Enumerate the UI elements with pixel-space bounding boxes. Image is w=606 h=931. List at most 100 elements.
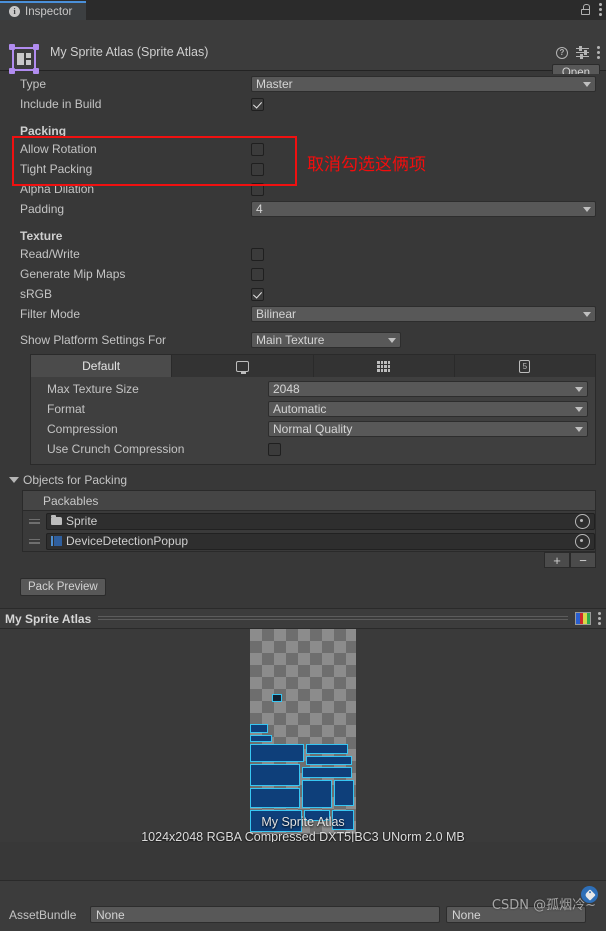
packable-field-0[interactable]: Sprite: [46, 512, 595, 530]
allow-rotation-label: Allow Rotation: [20, 142, 97, 156]
kebab-menu-icon[interactable]: [599, 3, 602, 16]
preview-divider: [98, 616, 568, 621]
add-packable-button[interactable]: +: [544, 552, 570, 568]
preview-caption: My Sprite Atlas: [261, 815, 345, 829]
packable-field-1[interactable]: DeviceDetectionPopup: [46, 532, 595, 550]
list-add-remove-bar: + −: [0, 552, 596, 568]
row-allow-rotation: Allow Rotation: [0, 139, 606, 159]
list-item[interactable]: Sprite: [23, 511, 595, 531]
row-padding: Padding 4: [0, 199, 606, 219]
android-icon: [377, 360, 391, 372]
max-texture-size-value: 2048: [273, 382, 300, 396]
object-picker-icon[interactable]: [575, 513, 590, 529]
drag-handle-icon[interactable]: [29, 536, 40, 546]
max-texture-size-label: Max Texture Size: [47, 382, 139, 396]
assetbundle-label: AssetBundle: [9, 907, 77, 922]
object-picker-icon[interactable]: [575, 533, 590, 549]
type-label: Type: [20, 77, 47, 91]
alpha-dilation-label: Alpha Dilation: [20, 182, 95, 196]
platform-settings-rows: Max Texture Size 2048 Format Automatic C…: [31, 377, 595, 464]
list-item[interactable]: DeviceDetectionPopup: [23, 531, 595, 551]
preview-title: My Sprite Atlas: [5, 611, 92, 626]
filter-mode-value: Bilinear: [256, 307, 297, 321]
generate-mip-maps-checkbox[interactable]: [251, 267, 264, 281]
pack-preview-button[interactable]: Pack Preview: [20, 578, 106, 596]
presets-icon[interactable]: [576, 46, 589, 59]
packables-list: Packables Sprite DeviceDetectionPopup: [22, 490, 596, 552]
max-texture-size-dropdown[interactable]: 2048: [268, 381, 588, 397]
header-icons: ?: [556, 46, 600, 59]
use-crunch-compression-label: Use Crunch Compression: [47, 442, 185, 456]
alpha-dilation-checkbox[interactable]: [251, 182, 264, 196]
platform-tab-standalone[interactable]: [172, 355, 314, 377]
filter-mode-dropdown[interactable]: Bilinear: [251, 306, 596, 322]
type-value: Master: [256, 77, 293, 91]
filter-mode-label: Filter Mode: [20, 307, 81, 321]
page-title: My Sprite Atlas (Sprite Atlas): [50, 45, 209, 59]
tabstrip-controls: [581, 3, 602, 16]
preview-header: My Sprite Atlas: [0, 608, 606, 629]
tight-packing-label: Tight Packing: [20, 162, 93, 176]
kebab-menu-icon[interactable]: [598, 612, 601, 625]
objects-for-packing-foldout[interactable]: Objects for Packing: [0, 470, 606, 490]
srgb-checkbox[interactable]: [251, 287, 264, 301]
ios-icon: 5: [519, 359, 531, 373]
footer: AssetBundle None None CSDN @孤烟冷~: [0, 880, 606, 931]
read-write-label: Read/Write: [20, 247, 80, 261]
row-read-write: Read/Write: [0, 244, 606, 264]
srgb-label: sRGB: [20, 287, 53, 301]
preview-area[interactable]: My Sprite Atlas 1024x2048 RGBA Compresse…: [0, 629, 606, 842]
compression-dropdown[interactable]: Normal Quality: [268, 421, 588, 437]
csdn-watermark: CSDN @孤烟冷~: [491, 898, 596, 913]
row-format: Format Automatic: [37, 399, 589, 419]
padding-value: 4: [256, 202, 263, 216]
show-platform-settings-dropdown[interactable]: Main Texture: [251, 332, 401, 348]
chevron-down-icon: [575, 427, 583, 432]
rgb-channels-icon[interactable]: [575, 612, 591, 625]
assetbundle-variant-value: None: [452, 907, 481, 922]
row-srgb: sRGB: [0, 284, 606, 304]
assetbundle-dropdown[interactable]: None: [90, 906, 440, 923]
drag-handle-icon[interactable]: [29, 516, 40, 526]
standalone-monitor-icon: [235, 360, 249, 374]
info-icon: i: [9, 6, 20, 17]
inspector-body: Type Master Include in Build Packing All…: [0, 74, 606, 596]
type-dropdown[interactable]: Master: [251, 76, 596, 92]
row-max-texture-size: Max Texture Size 2048: [37, 379, 589, 399]
chevron-down-icon: [9, 477, 19, 483]
show-platform-settings-value: Main Texture: [256, 333, 325, 347]
chevron-down-icon: [575, 387, 583, 392]
generate-mip-maps-label: Generate Mip Maps: [20, 267, 126, 281]
row-compression: Compression Normal Quality: [37, 419, 589, 439]
row-alpha-dilation: Alpha Dilation: [0, 179, 606, 199]
platform-tab-ios[interactable]: 5: [455, 355, 595, 377]
preview-status: 1024x2048 RGBA Compressed DXT5|BC3 UNorm…: [141, 830, 465, 842]
format-dropdown[interactable]: Automatic: [268, 401, 588, 417]
chevron-down-icon: [583, 312, 591, 317]
window-tabstrip: i Inspector: [0, 0, 606, 20]
padding-dropdown[interactable]: 4: [251, 201, 596, 217]
format-value: Automatic: [273, 402, 327, 416]
asset-header: My Sprite Atlas (Sprite Atlas) ? Open: [0, 20, 606, 82]
platform-tab-android[interactable]: [314, 355, 455, 377]
platform-tab-default[interactable]: Default: [31, 355, 173, 377]
help-icon[interactable]: ?: [556, 46, 568, 59]
kebab-menu-icon[interactable]: [597, 46, 600, 59]
allow-rotation-checkbox[interactable]: [251, 142, 264, 156]
folder-icon: [51, 515, 62, 525]
lock-icon[interactable]: [581, 4, 590, 15]
platform-tab-default-label: Default: [82, 359, 121, 373]
tight-packing-checkbox[interactable]: [251, 162, 264, 176]
format-label: Format: [47, 402, 86, 416]
include-in-build-checkbox[interactable]: [251, 97, 264, 111]
read-write-checkbox[interactable]: [251, 247, 264, 261]
remove-packable-button[interactable]: −: [570, 552, 596, 568]
row-tight-packing: Tight Packing: [0, 159, 606, 179]
tab-inspector[interactable]: i Inspector: [0, 1, 87, 20]
platform-settings-box: Default 5 Max Texture Size 2048 Format A…: [30, 354, 596, 465]
row-use-crunch-compression: Use Crunch Compression: [37, 439, 589, 459]
use-crunch-compression-checkbox[interactable]: [268, 442, 281, 456]
chevron-down-icon: [575, 407, 583, 412]
packable-name-0: Sprite: [66, 514, 98, 528]
tab-inspector-label: Inspector: [25, 5, 73, 18]
